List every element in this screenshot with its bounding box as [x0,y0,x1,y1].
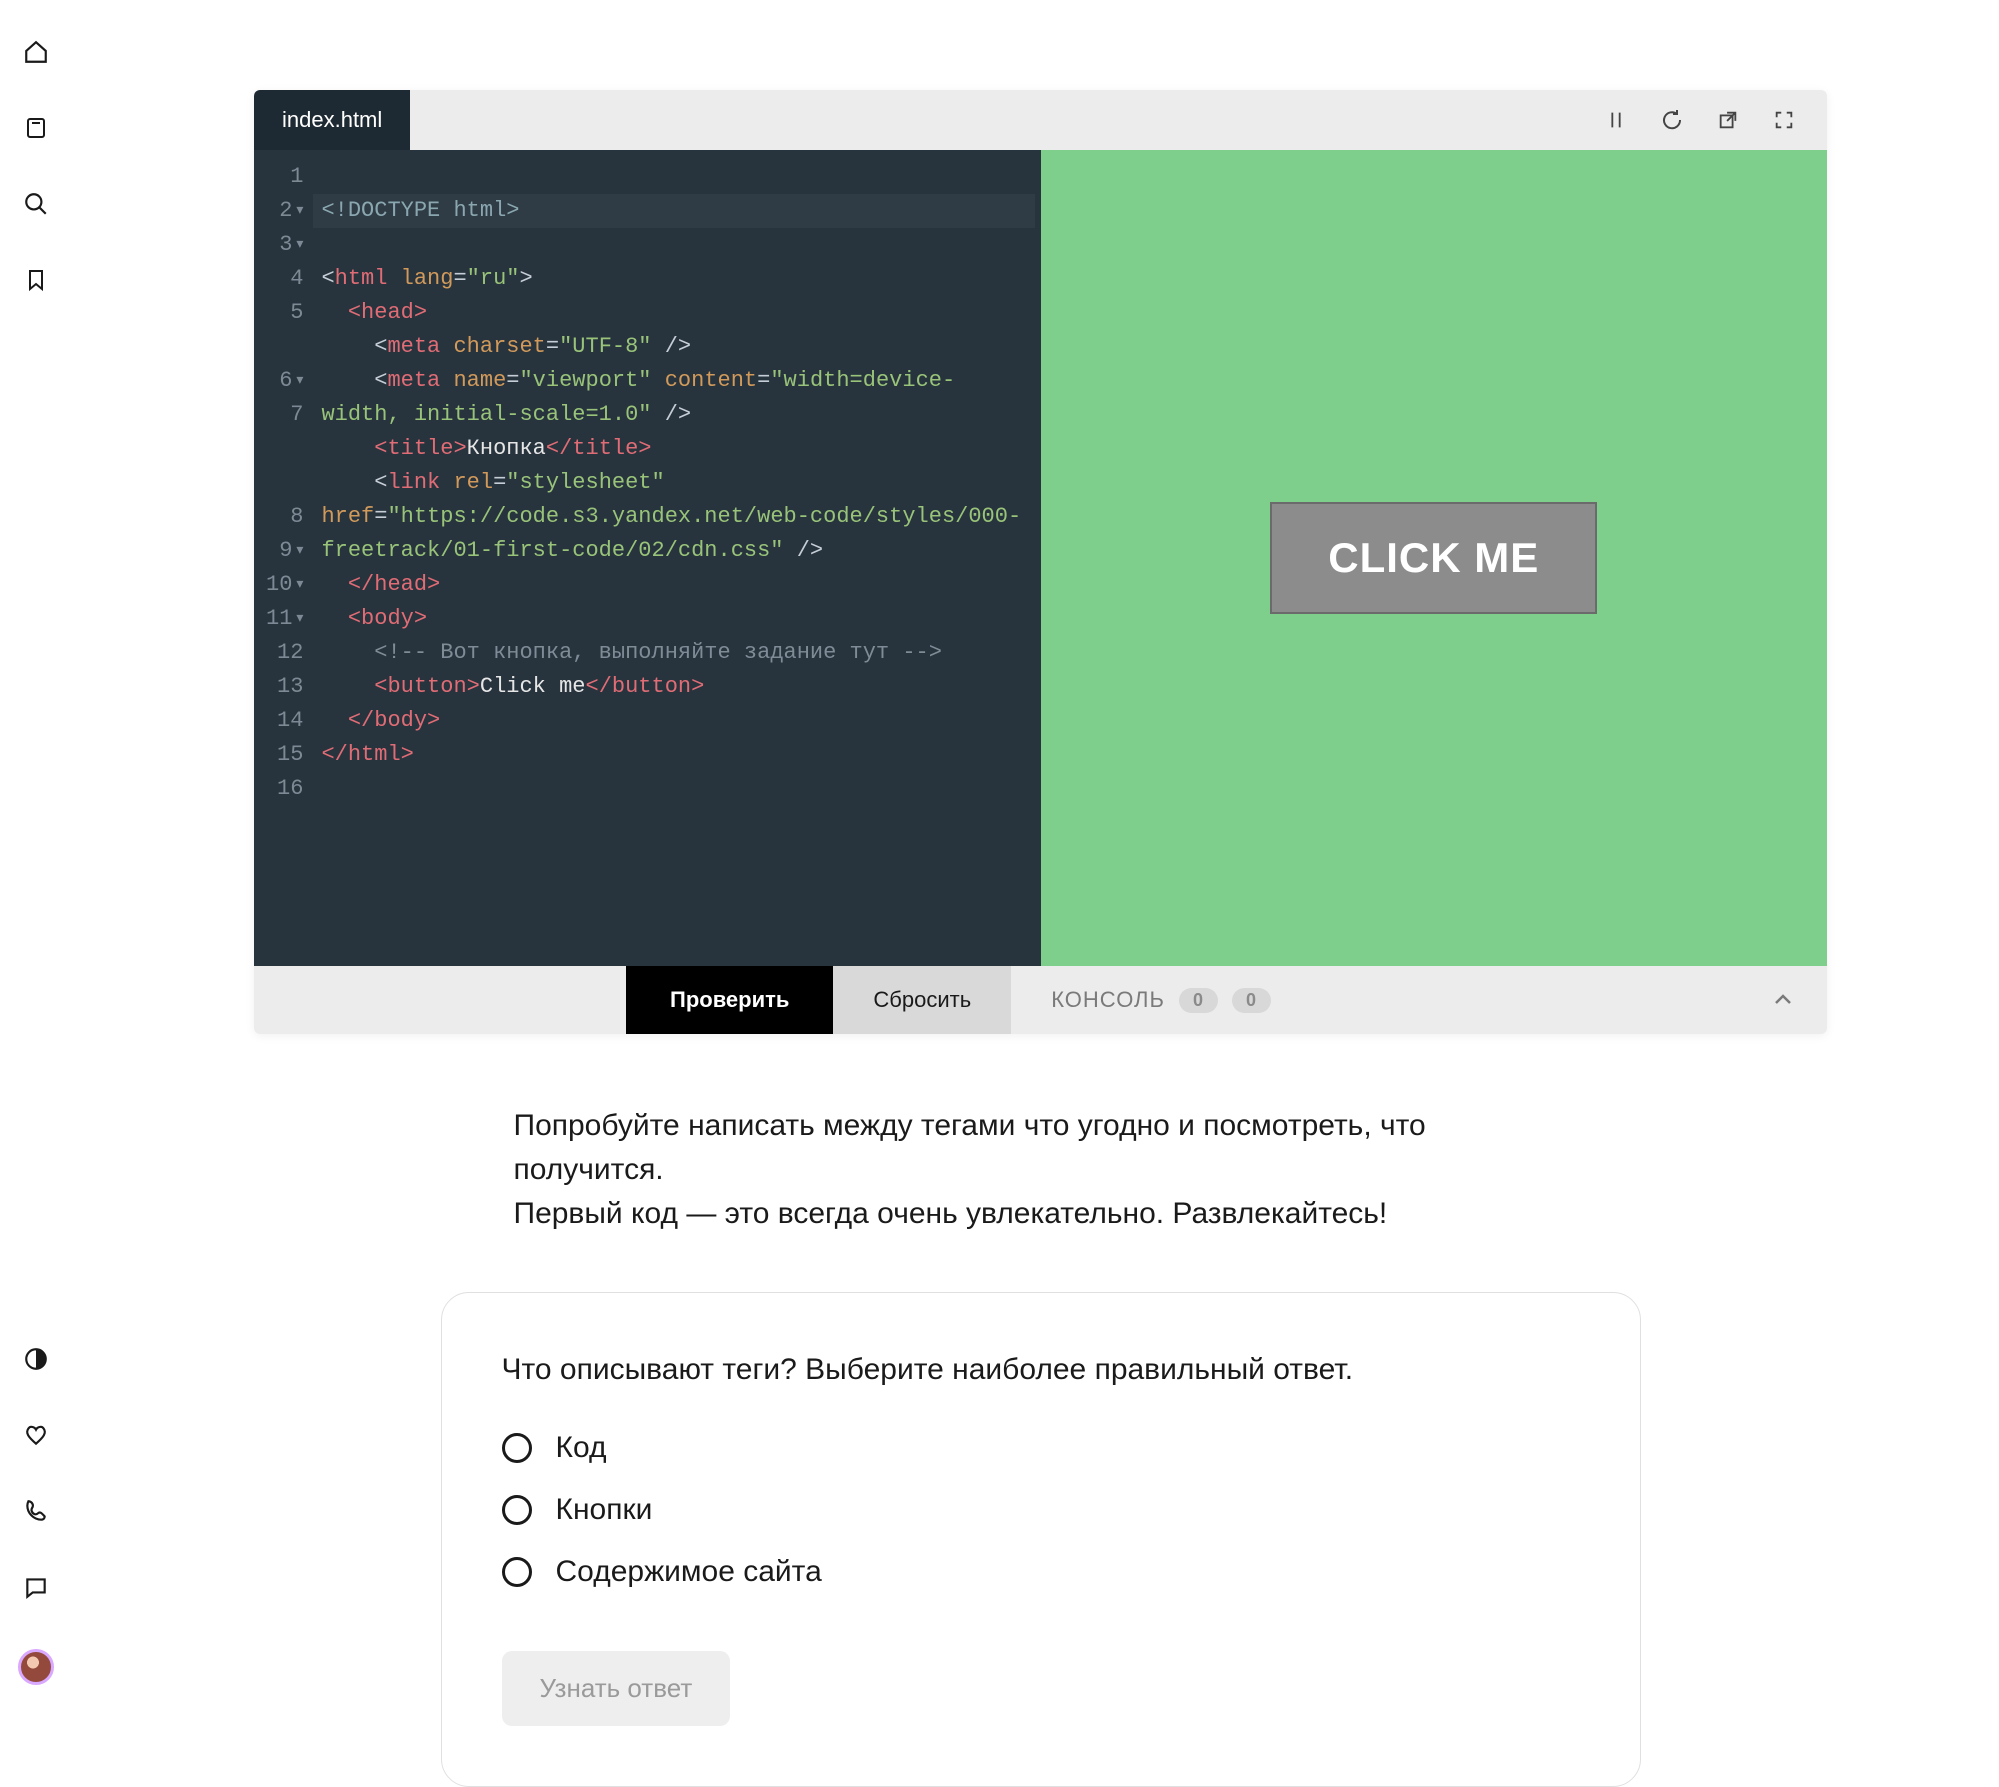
code-text-area[interactable]: <!DOCTYPE html> <html lang="ru"> <head> … [313,150,1035,966]
open-external-icon[interactable] [1715,107,1741,133]
sidebar-bottom [0,1345,72,1705]
line-number: 1 [290,160,303,194]
chevron-up-icon[interactable] [1769,986,1797,1014]
description-text: Попробуйте написать между тегами что уго… [510,1104,1572,1236]
main-content: index.html 1 [254,90,1827,1787]
contrast-icon[interactable] [22,1345,50,1373]
code-gutter: 1 2▾ 3▾ 4 5 6▾ 7 8 9▾ 10▾ 11▾ 12 13 1 [254,150,313,966]
home-icon[interactable] [22,38,50,66]
phone-icon[interactable] [22,1497,50,1525]
radio-icon [502,1433,532,1463]
description-line: Попробуйте написать между тегами что уго… [514,1104,1572,1192]
line-number: 16 [277,772,303,806]
book-icon[interactable] [22,114,50,142]
console-label: КОНСОЛЬ [1051,987,1165,1013]
line-number: 4 [290,262,303,296]
quiz-option-2[interactable]: Кнопки [502,1493,1580,1527]
line-number: 9 [279,534,292,568]
radio-icon [502,1557,532,1587]
quiz-option-1[interactable]: Код [502,1431,1580,1465]
quiz-option-label: Код [556,1431,607,1465]
line-number: 2 [279,194,292,228]
refresh-icon[interactable] [1659,107,1685,133]
line-number: 3 [279,228,292,262]
bookmark-icon[interactable] [22,266,50,294]
editor-tab-bar: index.html [254,90,1827,150]
description-line: Первый код — это всегда очень увлекатель… [514,1192,1572,1236]
line-number: 10 [266,568,292,602]
line-number: 8 [290,500,303,534]
line-number: 11 [266,602,292,636]
quiz-question: Что описывают теги? Выберите наиболее пр… [502,1353,1580,1387]
quiz-option-label: Кнопки [556,1493,653,1527]
quiz-option-3[interactable]: Содержимое сайта [502,1555,1580,1589]
console-warning-count: 0 [1232,988,1271,1013]
check-button[interactable]: Проверить [626,966,833,1034]
fold-toggle-icon[interactable]: ▾ [296,568,303,602]
line-number: 15 [277,738,303,772]
console-error-count: 0 [1179,988,1218,1013]
line-number: 14 [277,704,303,738]
editor-body: 1 2▾ 3▾ 4 5 6▾ 7 8 9▾ 10▾ 11▾ 12 13 1 [254,150,1827,966]
tab-index-html[interactable]: index.html [254,90,410,150]
search-icon[interactable] [22,190,50,218]
quiz-submit-button[interactable]: Узнать ответ [502,1651,731,1726]
fold-toggle-icon[interactable]: ▾ [296,534,303,568]
code-editor-block: index.html 1 [254,90,1827,1034]
fold-toggle-icon[interactable]: ▾ [296,364,303,398]
fold-toggle-icon[interactable]: ▾ [296,602,303,636]
heart-icon[interactable] [22,1421,50,1449]
radio-icon [502,1495,532,1525]
reset-button[interactable]: Сбросить [833,966,1011,1034]
line-number: 6 [279,364,292,398]
editor-footer: Проверить Сбросить КОНСОЛЬ 0 0 [254,966,1827,1034]
quiz-option-label: Содержимое сайта [556,1555,822,1589]
avatar[interactable] [18,1649,54,1685]
line-number: 5 [290,296,303,330]
quiz-card: Что описывают теги? Выберите наиболее пр… [441,1292,1641,1787]
line-number: 13 [277,670,303,704]
chat-icon[interactable] [22,1573,50,1601]
console-toggle[interactable]: КОНСОЛЬ 0 0 [1051,966,1271,1034]
pause-icon[interactable] [1603,107,1629,133]
code-pane[interactable]: 1 2▾ 3▾ 4 5 6▾ 7 8 9▾ 10▾ 11▾ 12 13 1 [254,150,1041,966]
editor-toolbar [1603,90,1827,150]
line-number: 7 [290,398,303,432]
preview-click-me-button[interactable]: CLICK ME [1270,502,1597,614]
preview-pane: CLICK ME [1041,150,1828,966]
fullscreen-icon[interactable] [1771,107,1797,133]
fold-toggle-icon[interactable]: ▾ [296,194,303,228]
line-number: 12 [277,636,303,670]
fold-toggle-icon[interactable]: ▾ [296,228,303,262]
